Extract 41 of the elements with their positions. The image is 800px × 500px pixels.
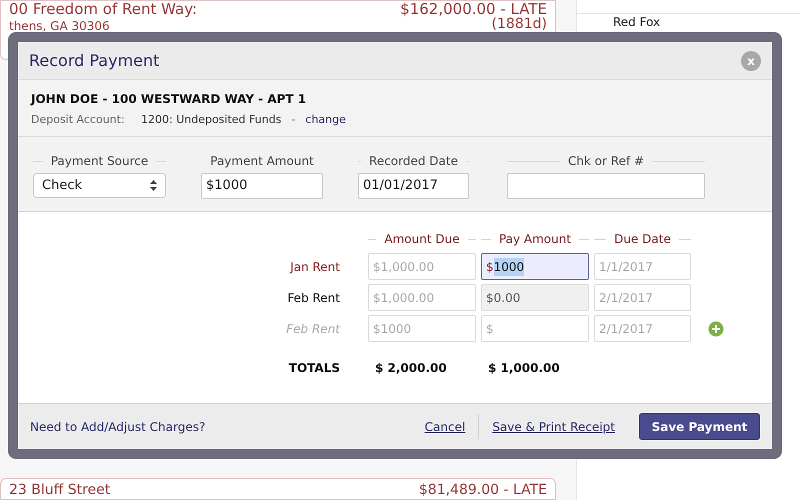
column-header: Pay Amount	[498, 231, 572, 248]
sidebar-item[interactable]: Red Fox	[613, 15, 660, 29]
due-date-field: 1/1/2017	[594, 253, 691, 280]
save-payment-button[interactable]: Save Payment	[639, 413, 760, 440]
separator-text: -	[291, 112, 296, 128]
input-field[interactable]: 01/01/2017	[358, 173, 469, 199]
deposit-account-value: 1200: Undeposited Funds	[141, 112, 282, 128]
save-print-link[interactable]: Save & Print Receipt	[492, 418, 615, 436]
input-field[interactable]	[507, 173, 705, 199]
tenant-name: JOHN DOE - 100 WESTWARD WAY - APT 1	[31, 91, 308, 108]
property-address[interactable]: 00 Freedom of Rent Way:	[9, 1, 198, 17]
select-arrows-icon	[150, 180, 157, 191]
property-address[interactable]: 23 Bluff Street	[9, 481, 110, 499]
dialog-title: Record Payment	[29, 50, 160, 72]
field-label: Recorded Date	[369, 153, 458, 170]
payment-source-select[interactable]: Check	[33, 173, 166, 198]
deposit-account-label: Deposit Account:	[31, 112, 126, 128]
charge-label: Feb Rent	[286, 290, 340, 306]
adjust-charges-link[interactable]: Need to Add/Adjust Charges?	[30, 418, 206, 436]
cancel-link[interactable]: Cancel	[424, 418, 466, 436]
field-label: Payment Amount	[210, 153, 314, 170]
total-amount-due: $ 2,000.00	[375, 360, 448, 377]
totals-label: TOTALS	[288, 360, 340, 377]
column-header: Amount Due	[384, 231, 460, 248]
balance-text: $81,489.00 - LATE	[418, 481, 547, 499]
charge-label: Jan Rent	[288, 258, 340, 276]
days-late-text: (1881d)	[492, 17, 547, 32]
balance-text: $162,000.00 - LATE	[400, 1, 547, 17]
column-header: Due Date	[614, 231, 671, 248]
due-date-field: 2/1/2017	[594, 284, 691, 311]
add-icon[interactable]	[708, 320, 724, 336]
total-pay-amount: $ 1,000.00	[488, 360, 561, 377]
field-label: Chk or Ref #	[568, 153, 644, 170]
amount-due-field: $1,000.00	[368, 284, 476, 311]
amount-due-field: $1,000.00	[368, 253, 476, 280]
change-link[interactable]: change	[305, 112, 346, 128]
pay-amount-field[interactable]: $1000	[481, 253, 589, 280]
property-city: thens, GA 30306	[9, 18, 111, 35]
amount-field[interactable]: $1000	[201, 173, 323, 199]
field-label: Payment Source	[50, 153, 148, 170]
charge-label: Feb Rent	[285, 320, 340, 338]
